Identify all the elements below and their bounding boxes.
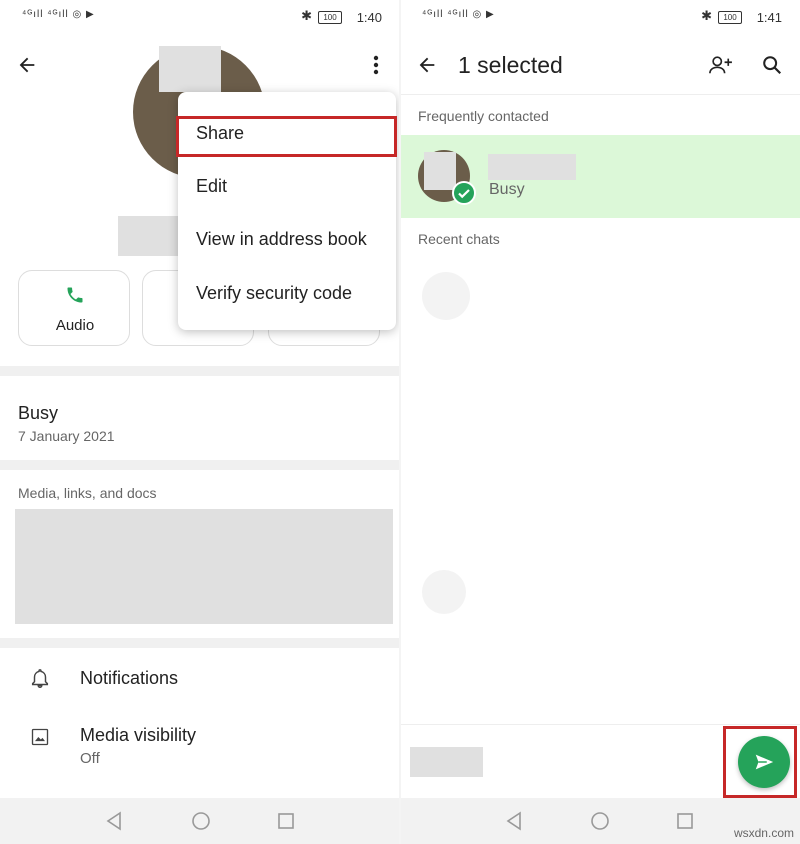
- media-visibility-value: Off: [80, 750, 100, 767]
- nav-home-icon[interactable]: [190, 810, 212, 832]
- recent-chat-avatar[interactable]: [422, 272, 470, 320]
- nav-recents-icon[interactable]: [675, 810, 695, 832]
- add-contact-icon[interactable]: [704, 49, 736, 81]
- nav-back-icon[interactable]: [104, 810, 124, 832]
- contact-status: Busy: [489, 181, 525, 198]
- bluetooth-icon: ✱: [301, 8, 312, 23]
- battery-icon: 100: [718, 11, 742, 24]
- divider: [0, 638, 400, 648]
- image-icon: [31, 728, 49, 746]
- audio-label: Audio: [55, 317, 95, 334]
- bell-icon: [31, 669, 49, 688]
- contact-info-screen: ⁴ᴳıll ⁴ᴳıll ◎ ▶ ✱ 100 1:40 Audio Busy 7 …: [0, 0, 400, 844]
- signal-icon: ⁴ᴳıll ⁴ᴳıll ◎ ▶: [422, 9, 495, 20]
- bottom-divider: [400, 724, 800, 725]
- recent-section-label: Recent chats: [418, 231, 500, 247]
- about-date: 7 January 2021: [18, 428, 115, 444]
- pane-divider: [399, 0, 401, 844]
- contact-row-selected[interactable]: Busy: [400, 135, 800, 218]
- back-arrow-icon[interactable]: [411, 49, 443, 81]
- frequent-section-label: Frequently contacted: [418, 108, 549, 124]
- selected-check-icon: [452, 181, 476, 205]
- divider: [0, 366, 400, 376]
- header-divider: [400, 94, 800, 95]
- share-contact-screen: ⁴ᴳıll ⁴ᴳıll ◎ ▶ ✱ 100 1:41 1 selected Fr…: [400, 0, 800, 844]
- send-highlight-box: [723, 726, 797, 798]
- nav-back-icon[interactable]: [504, 810, 524, 832]
- contact-name-redacted: [118, 216, 182, 256]
- nav-home-icon[interactable]: [589, 810, 611, 832]
- signal-icon: ⁴ᴳıll ⁴ᴳıll ◎ ▶: [22, 9, 95, 20]
- audio-call-button[interactable]: Audio: [18, 270, 130, 346]
- watermark: wsxdn.com: [733, 826, 794, 840]
- menu-item-edit[interactable]: Edit: [196, 176, 227, 197]
- search-icon[interactable]: [756, 49, 788, 81]
- battery-icon: 100: [318, 11, 342, 24]
- status-bar: ⁴ᴳıll ⁴ᴳıll ◎ ▶ ✱ 100 1:40: [0, 0, 400, 36]
- clock: 1:41: [756, 10, 782, 25]
- clock: 1:40: [356, 10, 382, 25]
- about-status: Busy: [18, 403, 59, 423]
- nav-recents-icon[interactable]: [276, 810, 296, 832]
- avatar-redaction: [159, 46, 221, 92]
- contact-name-redacted: [488, 154, 576, 180]
- bluetooth-icon: ✱: [701, 8, 712, 23]
- back-arrow-icon[interactable]: [11, 49, 43, 81]
- more-options-icon[interactable]: [360, 49, 392, 81]
- notifications-item[interactable]: Notifications: [80, 668, 178, 689]
- recent-chat-avatar[interactable]: [422, 570, 466, 614]
- media-visibility-item[interactable]: Media visibility: [80, 725, 196, 746]
- page-title: 1 selected: [458, 52, 563, 78]
- status-bar: ⁴ᴳıll ⁴ᴳıll ◎ ▶ ✱ 100 1:41: [400, 0, 800, 36]
- menu-item-verify-security-code[interactable]: Verify security code: [196, 283, 352, 304]
- menu-item-view-in-address-book[interactable]: View in address book: [196, 229, 367, 250]
- system-nav-bar: [0, 798, 400, 844]
- media-section-label: Media, links, and docs: [18, 485, 157, 501]
- share-highlight-box: [176, 116, 397, 157]
- divider: [0, 460, 400, 470]
- media-thumbnails-redacted[interactable]: [15, 509, 393, 624]
- phone-icon: [67, 287, 83, 303]
- selected-names-redacted: [410, 747, 483, 777]
